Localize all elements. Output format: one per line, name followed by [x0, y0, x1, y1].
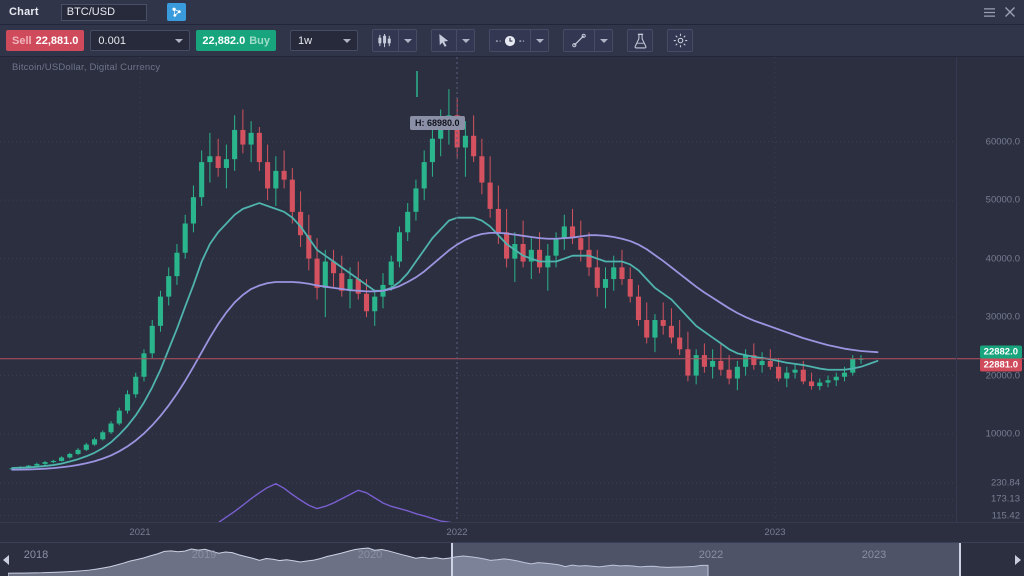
line-tool-dropdown[interactable]	[594, 29, 613, 52]
time-tool-group	[489, 29, 549, 52]
price-axis-label: 40000.0	[986, 253, 1020, 264]
high-tooltip: H: 68980.0	[410, 116, 465, 130]
indicator-axis-label: 115.42	[992, 510, 1020, 521]
chart-navigator[interactable]: 2018 2019 2020 2022 2023	[0, 542, 1024, 576]
settings-button[interactable]	[667, 29, 693, 52]
chart-type-dropdown[interactable]	[398, 29, 417, 52]
chevron-down-icon	[175, 39, 183, 43]
time-axis-label: 2023	[764, 527, 785, 538]
pointer-cursor-icon[interactable]	[431, 29, 456, 52]
navigator-label: 2018	[24, 549, 48, 561]
link-nodes-icon[interactable]	[167, 3, 186, 21]
bid-price-tag: 22882.0	[980, 345, 1022, 358]
chevron-down-icon	[600, 39, 608, 43]
indicators-button[interactable]	[627, 29, 653, 52]
price-axis-label: 50000.0	[986, 195, 1020, 206]
chart-toolbar: Sell 22,881.0 0.001 22,882.0 Buy 1w	[0, 25, 1024, 57]
time-axis[interactable]: 2021 2022 2023	[0, 522, 1024, 542]
window-title: Chart	[9, 6, 39, 18]
candlestick-icon[interactable]	[372, 29, 398, 52]
window-controls	[983, 6, 1016, 19]
navigator-label: 2019	[192, 549, 216, 561]
time-axis-label: 2021	[129, 527, 150, 538]
chevron-down-icon	[462, 39, 470, 43]
chart-canvas[interactable]: Bitcoin/USDollar, Digital Currency H: 68…	[0, 57, 1024, 522]
chevron-down-icon	[343, 39, 351, 43]
time-tool-dropdown[interactable]	[530, 29, 549, 52]
buy-price: 22,882.0	[202, 35, 245, 47]
chevron-down-icon	[404, 39, 412, 43]
navigator-label: 2020	[358, 549, 382, 561]
cursor-group	[431, 29, 475, 52]
price-axis-label: 60000.0	[986, 136, 1020, 147]
sell-price: 22,881.0	[36, 35, 79, 47]
price-axis-label: 20000.0	[986, 370, 1020, 381]
buy-button[interactable]: 22,882.0 Buy	[196, 30, 276, 51]
quantity-select[interactable]: 0.001	[90, 30, 190, 51]
time-axis-label: 2022	[446, 527, 467, 538]
trading-chart-app: Chart Sell	[0, 0, 1024, 576]
chevron-down-icon	[536, 39, 544, 43]
symbol-input[interactable]	[61, 4, 147, 21]
sell-label: Sell	[12, 35, 32, 47]
arrow-right-icon[interactable]	[1015, 555, 1021, 565]
navigator-track[interactable]: 2018 2019 2020 2022 2023	[8, 543, 968, 576]
hamburger-menu-icon[interactable]	[983, 6, 996, 19]
clock-icon[interactable]	[489, 29, 530, 52]
buy-label: Buy	[249, 35, 270, 47]
ask-price-tag: 22881.0	[980, 358, 1022, 371]
chart-type-group	[372, 29, 417, 52]
price-axis-label: 30000.0	[986, 312, 1020, 323]
quantity-value: 0.001	[98, 35, 126, 47]
timeframe-value: 1w	[298, 35, 312, 47]
price-axis-label: 10000.0	[986, 429, 1020, 440]
timeframe-select[interactable]: 1w	[290, 30, 358, 51]
cursor-dropdown[interactable]	[456, 29, 475, 52]
price-axis[interactable]: 10000.0 20000.0 30000.0 40000.0 50000.0 60000…	[956, 57, 1024, 522]
close-icon[interactable]	[1003, 6, 1016, 19]
sell-button[interactable]: Sell 22,881.0	[6, 30, 84, 51]
line-tool-group	[563, 29, 613, 52]
price-plot-svg	[0, 57, 1024, 522]
navigator-label: 2022	[699, 549, 723, 561]
trendline-icon[interactable]	[563, 29, 594, 52]
title-bar: Chart	[0, 0, 1024, 25]
navigator-label: 2023	[862, 549, 886, 561]
indicator-axis-label: 173.13	[991, 494, 1020, 505]
indicator-axis-label: 230.84	[991, 477, 1020, 488]
